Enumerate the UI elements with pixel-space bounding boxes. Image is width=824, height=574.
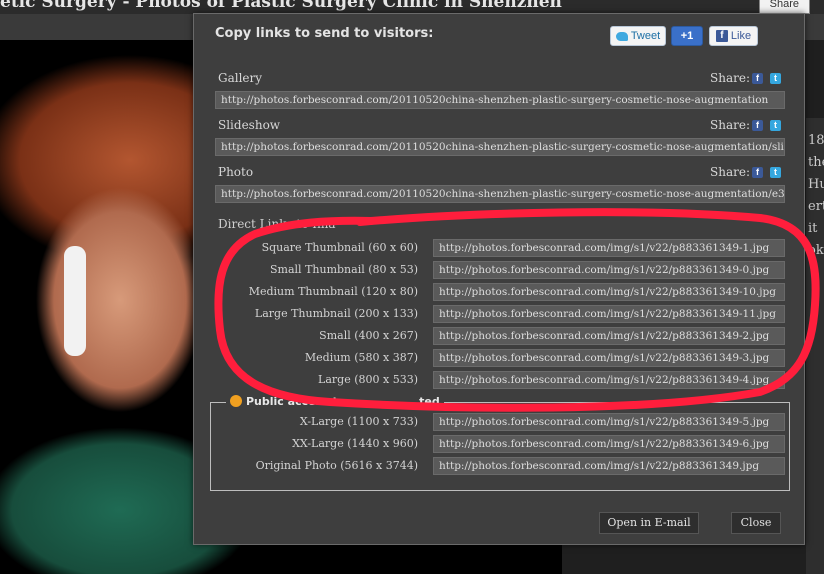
public-access-legend: Public access to ted (226, 395, 444, 408)
twitter-share-icon[interactable]: t (770, 167, 781, 178)
size-label: Small (400 x 267) (319, 329, 418, 342)
image-link-field[interactable]: http://photos.forbesconrad.com/img/s1/v2… (433, 435, 785, 453)
image-link-field[interactable]: http://photos.forbesconrad.com/img/s1/v2… (433, 283, 785, 301)
photo-share-label: Share: (710, 165, 750, 179)
share-links-dialog: Copy links to send to visitors: Tweet +1… (193, 13, 805, 545)
twitter-share-icon[interactable]: t (770, 120, 781, 131)
google-plus-one-button[interactable]: +1 (671, 26, 703, 46)
gallery-label: Gallery (218, 71, 263, 85)
warning-icon (230, 395, 242, 407)
size-label: Small Thumbnail (80 x 53) (270, 263, 418, 276)
image-link-field[interactable]: http://photos.forbesconrad.com/img/s1/v2… (433, 349, 785, 367)
twitter-share-icon[interactable]: t (770, 73, 781, 84)
size-label: Large Thumbnail (200 x 133) (254, 307, 418, 320)
image-link-field[interactable]: http://photos.forbesconrad.com/img/s1/v2… (433, 457, 785, 475)
image-link-field[interactable]: http://photos.forbesconrad.com/img/s1/v2… (433, 305, 785, 323)
image-link-field[interactable]: http://photos.forbesconrad.com/img/s1/v2… (433, 413, 785, 431)
page-share-button[interactable]: Share (758, 0, 810, 14)
page-right-snippet: 18 the Hu ert it ok (808, 133, 824, 258)
slideshow-share-label: Share: (710, 118, 750, 132)
facebook-like-button[interactable]: f Like (709, 26, 758, 46)
size-label: Medium (580 x 387) (304, 351, 418, 364)
direct-links-label: Direct Links to Ima (218, 217, 336, 231)
gallery-url-field[interactable]: http://photos.forbesconrad.com/20110520c… (215, 91, 785, 109)
dialog-title: Copy links to send to visitors: (215, 26, 434, 41)
size-label: Large (800 x 533) (318, 373, 418, 386)
image-link-field[interactable]: http://photos.forbesconrad.com/img/s1/v2… (433, 327, 785, 345)
gallery-share-label: Share: (710, 71, 750, 85)
facebook-share-icon[interactable]: f (752, 73, 763, 84)
tweet-button[interactable]: Tweet (610, 26, 666, 46)
facebook-icon: f (715, 30, 728, 42)
facebook-share-icon[interactable]: f (752, 167, 763, 178)
slideshow-label: Slideshow (218, 118, 281, 132)
size-label: XX-Large (1440 x 960) (292, 437, 418, 450)
photo-nasal-tube (64, 246, 86, 356)
image-link-field[interactable]: http://photos.forbesconrad.com/img/s1/v2… (433, 371, 785, 389)
page-header: etic Surgery - Photos of Plastic Surgery… (0, 0, 824, 14)
twitter-bird-icon (615, 31, 628, 41)
size-label: Medium Thumbnail (120 x 80) (248, 285, 418, 298)
size-label: Square Thumbnail (60 x 60) (261, 241, 418, 254)
size-label: Original Photo (5616 x 3744) (255, 459, 418, 472)
image-link-field[interactable]: http://photos.forbesconrad.com/img/s1/v2… (433, 239, 785, 257)
open-in-email-button[interactable]: Open in E-mail (599, 512, 699, 534)
photo-label: Photo (218, 165, 254, 179)
facebook-share-icon[interactable]: f (752, 120, 763, 131)
close-button[interactable]: Close (731, 512, 781, 534)
photo-url-field[interactable]: http://photos.forbesconrad.com/20110520c… (215, 185, 785, 203)
size-label: X-Large (1100 x 733) (299, 415, 418, 428)
page-title: etic Surgery - Photos of Plastic Surgery… (0, 0, 562, 12)
slideshow-url-field[interactable]: http://photos.forbesconrad.com/20110520c… (215, 138, 785, 156)
image-link-field[interactable]: http://photos.forbesconrad.com/img/s1/v2… (433, 261, 785, 279)
